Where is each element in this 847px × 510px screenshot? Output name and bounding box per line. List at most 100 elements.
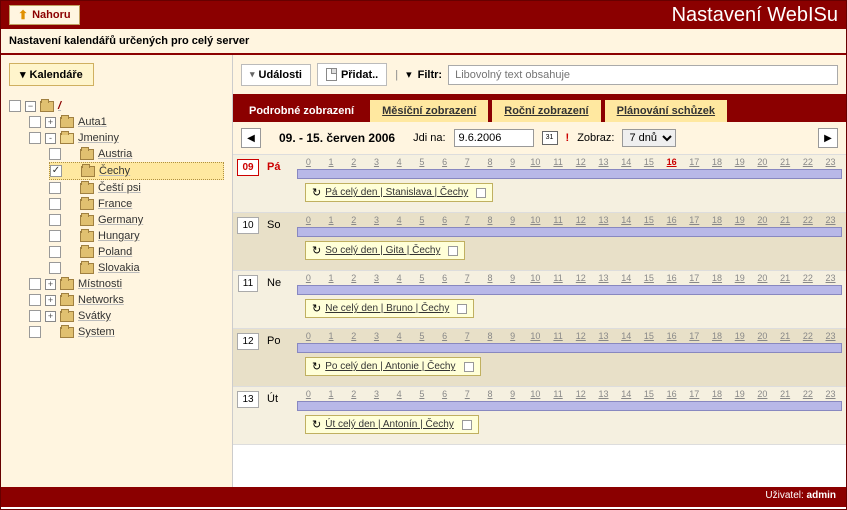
hour-link[interactable]: 18 (706, 215, 729, 225)
hour-link[interactable]: 9 (501, 215, 524, 225)
hour-link[interactable]: 5 (411, 331, 434, 341)
tree-root[interactable]: − / (9, 98, 224, 114)
hour-link[interactable]: 15 (638, 273, 661, 283)
event-chip[interactable]: ↻Po celý den | Antonie | Čechy (305, 357, 481, 376)
hour-link[interactable]: 12 (569, 389, 592, 399)
hour-link[interactable]: 4 (388, 389, 411, 399)
hour-link[interactable]: 6 (433, 389, 456, 399)
hour-link[interactable]: 17 (683, 273, 706, 283)
hour-link[interactable]: 11 (547, 157, 570, 167)
hour-link[interactable]: 10 (524, 215, 547, 225)
hour-link[interactable]: 8 (479, 389, 502, 399)
tree-item[interactable]: +Svátky (29, 308, 224, 324)
hour-link[interactable]: 8 (479, 157, 502, 167)
day-number[interactable]: 12 (237, 333, 258, 350)
hour-link[interactable]: 20 (751, 331, 774, 341)
hour-link[interactable]: 12 (569, 273, 592, 283)
checkbox[interactable] (29, 310, 41, 322)
hour-link[interactable]: 22 (796, 273, 819, 283)
expand-icon[interactable]: - (45, 133, 56, 144)
hour-link[interactable]: 14 (615, 157, 638, 167)
hour-link[interactable]: 11 (547, 389, 570, 399)
hour-link[interactable]: 8 (479, 331, 502, 341)
hour-link[interactable]: 12 (569, 157, 592, 167)
hour-link[interactable]: 1 (320, 157, 343, 167)
hour-link[interactable]: 9 (501, 389, 524, 399)
hour-link[interactable]: 1 (320, 273, 343, 283)
hour-link[interactable]: 9 (501, 157, 524, 167)
tree-item[interactable]: Čeští psi (49, 180, 224, 196)
hour-link[interactable]: 16 (660, 331, 683, 341)
hour-link[interactable]: 0 (297, 273, 320, 283)
hour-link[interactable]: 9 (501, 273, 524, 283)
checkbox[interactable] (49, 214, 61, 226)
checkbox[interactable] (49, 198, 61, 210)
hour-link[interactable]: 2 (342, 273, 365, 283)
timeline-bar[interactable] (297, 343, 842, 353)
checkbox[interactable] (50, 165, 62, 177)
timeline-bar[interactable] (297, 169, 842, 179)
hour-link[interactable]: 18 (706, 331, 729, 341)
hour-link[interactable]: 3 (365, 273, 388, 283)
tree-item[interactable]: Slovakia (49, 260, 224, 276)
hour-link[interactable]: 6 (433, 273, 456, 283)
hour-link[interactable]: 10 (524, 157, 547, 167)
hour-link[interactable]: 17 (683, 389, 706, 399)
hour-link[interactable]: 1 (320, 215, 343, 225)
hour-link[interactable]: 8 (479, 273, 502, 283)
hour-link[interactable]: 23 (819, 273, 842, 283)
hour-link[interactable]: 13 (592, 215, 615, 225)
hour-link[interactable]: 17 (683, 157, 706, 167)
day-rows[interactable]: 09Pá012345678910111213141516171819202122… (233, 155, 846, 487)
hour-link[interactable]: 20 (751, 273, 774, 283)
hour-link[interactable]: 21 (774, 157, 797, 167)
events-dropdown-button[interactable]: ▾ Události (241, 64, 311, 86)
expand-icon[interactable]: + (45, 279, 56, 290)
hour-link[interactable]: 3 (365, 331, 388, 341)
hour-link[interactable]: 12 (569, 215, 592, 225)
checkbox[interactable] (29, 326, 41, 338)
hour-link[interactable]: 2 (342, 157, 365, 167)
event-checkbox[interactable] (464, 362, 474, 372)
goto-date-input[interactable] (454, 129, 534, 147)
hour-link[interactable]: 20 (751, 215, 774, 225)
timeline-bar[interactable] (297, 285, 842, 295)
hour-link[interactable]: 2 (342, 389, 365, 399)
checkbox[interactable] (49, 182, 61, 194)
collapse-icon[interactable]: − (25, 101, 36, 112)
hour-link[interactable]: 16 (660, 389, 683, 399)
checkbox[interactable] (49, 148, 61, 160)
hour-link[interactable]: 4 (388, 157, 411, 167)
hour-link[interactable]: 6 (433, 331, 456, 341)
hour-link[interactable]: 18 (706, 273, 729, 283)
event-checkbox[interactable] (462, 420, 472, 430)
hour-link[interactable]: 18 (706, 157, 729, 167)
hour-link[interactable]: 22 (796, 389, 819, 399)
hour-link[interactable]: 22 (796, 331, 819, 341)
checkbox[interactable] (49, 262, 61, 274)
hour-link[interactable]: 23 (819, 331, 842, 341)
tree-item[interactable]: Poland (49, 244, 224, 260)
hour-link[interactable]: 15 (638, 157, 661, 167)
checkbox[interactable] (49, 230, 61, 242)
hour-link[interactable]: 7 (456, 157, 479, 167)
tab[interactable]: Roční zobrazení (492, 100, 600, 122)
hour-link[interactable]: 7 (456, 273, 479, 283)
hour-link[interactable]: 14 (615, 215, 638, 225)
hour-link[interactable]: 15 (638, 215, 661, 225)
day-number[interactable]: 10 (237, 217, 258, 234)
checkbox[interactable] (29, 116, 41, 128)
hour-link[interactable]: 10 (524, 331, 547, 341)
tab[interactable]: Plánování schůzek (605, 100, 727, 122)
tree-item[interactable]: Germany (49, 212, 224, 228)
tree-item[interactable]: +Networks (29, 292, 224, 308)
hour-link[interactable]: 13 (592, 273, 615, 283)
hour-link[interactable]: 22 (796, 157, 819, 167)
hour-link[interactable]: 5 (411, 215, 434, 225)
hour-link[interactable]: 17 (683, 331, 706, 341)
hour-link[interactable]: 7 (456, 331, 479, 341)
up-button[interactable]: ⬆ Nahoru (9, 5, 80, 25)
calendars-dropdown-button[interactable]: ▾ Kalendáře (9, 63, 94, 86)
hour-link[interactable]: 3 (365, 157, 388, 167)
hour-link[interactable]: 16 (660, 157, 683, 167)
